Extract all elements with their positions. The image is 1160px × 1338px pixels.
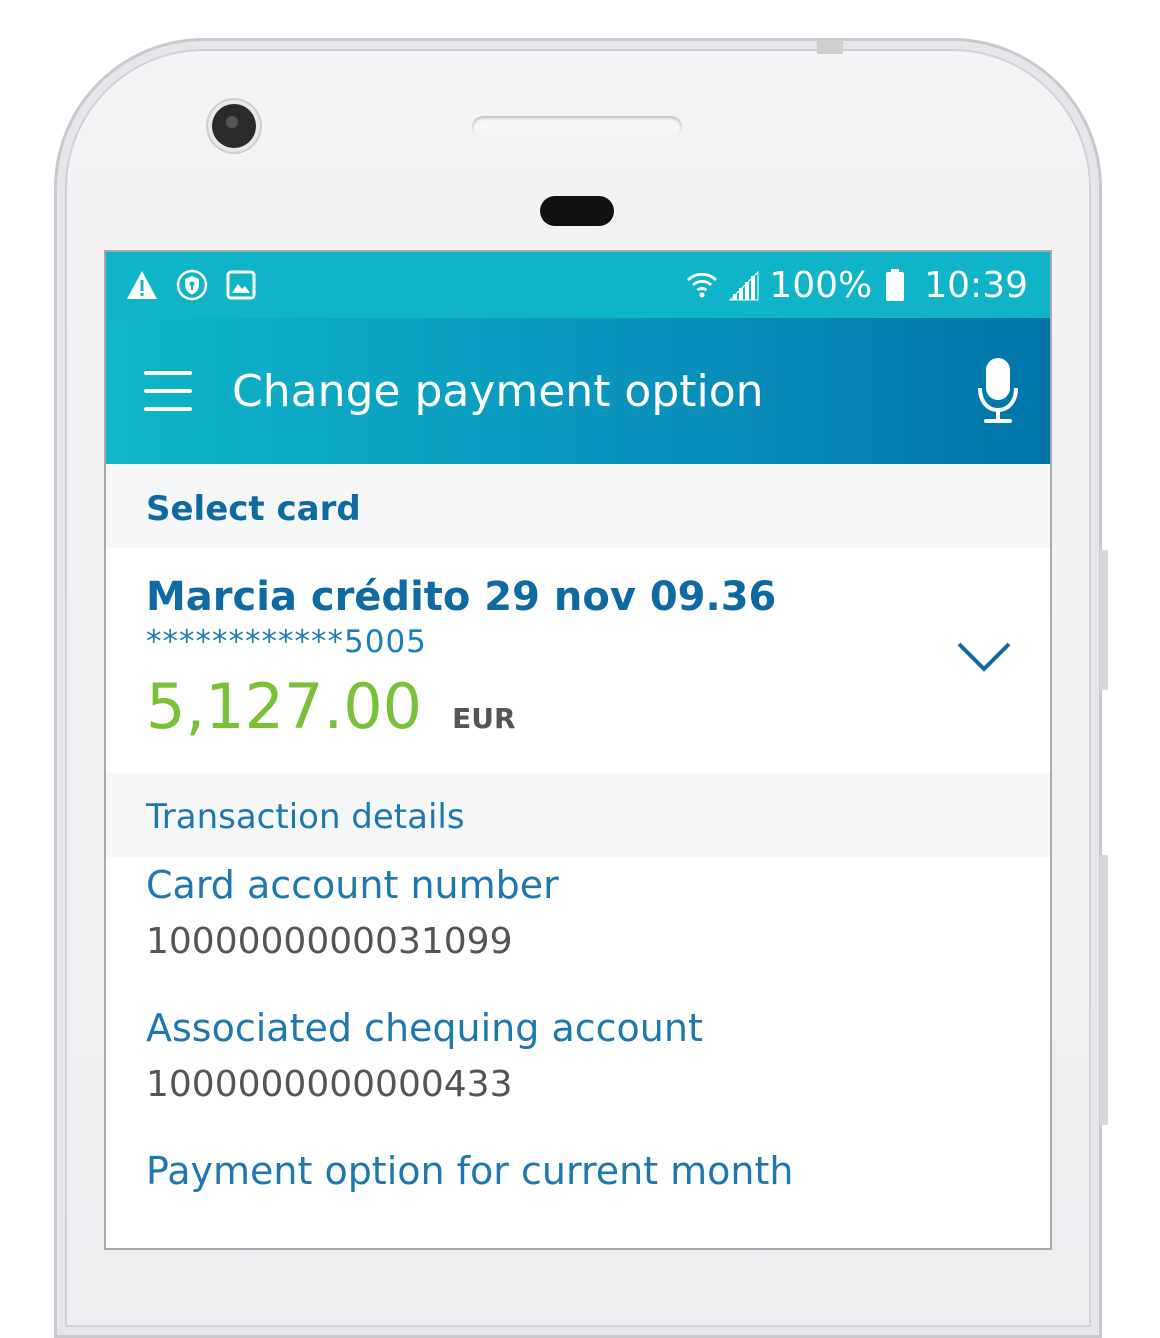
microphone-icon[interactable]: [976, 356, 1020, 426]
signal-icon: [729, 270, 759, 301]
detail-label: Card account number: [146, 863, 559, 907]
earpiece-speaker: [472, 116, 682, 138]
detail-value: 1000000000000433: [146, 1064, 513, 1105]
card-balance-row: 5,127.00 EUR: [146, 670, 1010, 743]
shield-icon: [176, 269, 208, 301]
phone-side-button: [1100, 550, 1108, 690]
status-right: 100% 10:39: [685, 265, 1028, 306]
app-bar: Change payment option: [106, 318, 1050, 464]
card-number-masked: ************5005: [146, 624, 427, 660]
battery-percentage: 100%: [769, 264, 873, 306]
hamburger-menu-icon[interactable]: [144, 371, 192, 411]
card-name: Marcia crédito 29 nov 09.36: [146, 574, 777, 620]
status-bar: 100% 10:39: [106, 252, 1050, 318]
card-balance: 5,127.00: [146, 670, 423, 743]
image-icon: [226, 270, 256, 300]
proximity-sensor: [540, 196, 614, 226]
detail-value: 1000000000031099: [146, 921, 513, 962]
detail-card-account-number: Card account number 1000000000031099: [106, 863, 1050, 962]
wifi-icon: [687, 272, 718, 298]
phone-top-button: [817, 40, 843, 54]
transaction-details-header: Transaction details: [106, 773, 1050, 857]
battery-icon: [886, 269, 905, 301]
chevron-down-icon[interactable]: [956, 640, 1012, 674]
select-card-header: Select card: [106, 464, 1050, 548]
detail-label: Associated chequing account: [146, 1006, 703, 1050]
page-title: Change payment option: [232, 365, 764, 417]
phone-screen: 100% 10:39 Change payment option Select …: [104, 250, 1052, 1250]
phone-side-button: [1100, 855, 1108, 1125]
warning-icon: [127, 271, 157, 299]
status-left-icons: [126, 269, 256, 301]
card-selector[interactable]: Marcia crédito 29 nov 09.36 ************…: [106, 548, 1050, 773]
detail-associated-chequing-account: Associated chequing account 100000000000…: [106, 1006, 1050, 1105]
card-currency: EUR: [452, 702, 516, 735]
status-time: 10:39: [924, 264, 1028, 306]
detail-label: Payment option for current month: [146, 1149, 794, 1193]
front-camera: [212, 104, 256, 148]
detail-payment-option: Payment option for current month: [106, 1149, 1050, 1193]
